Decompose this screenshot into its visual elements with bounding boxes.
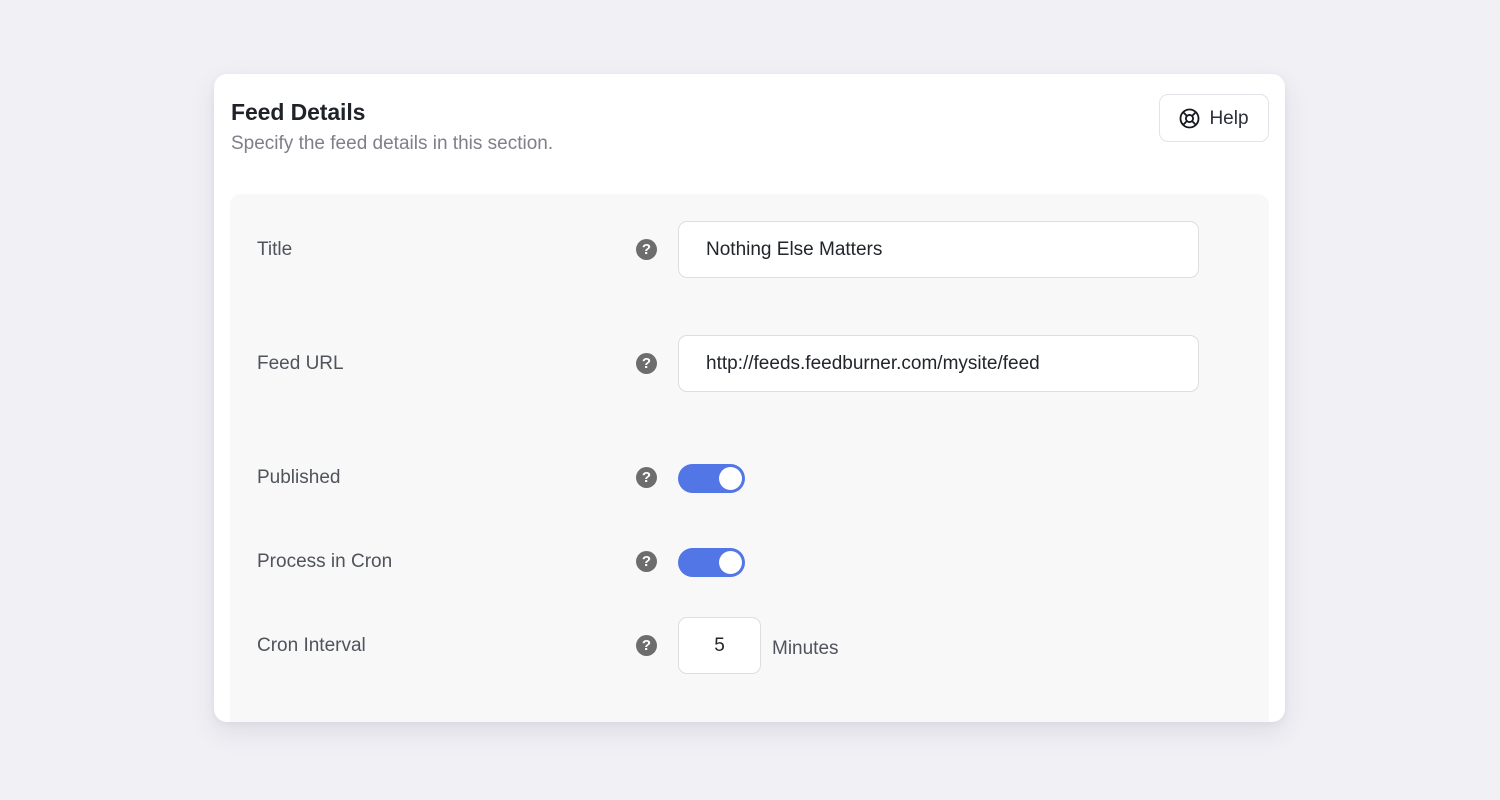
card-header: Feed Details Specify the feed details in… bbox=[214, 74, 1285, 194]
label-process-in-cron: Process in Cron bbox=[257, 551, 393, 572]
help-button[interactable]: Help bbox=[1159, 94, 1269, 142]
cron-interval-input[interactable] bbox=[678, 617, 761, 674]
help-icon-cron-interval[interactable]: ? bbox=[636, 635, 657, 656]
label-cron-interval: Cron Interval bbox=[257, 635, 366, 656]
feed-url-input[interactable] bbox=[678, 335, 1199, 392]
card-header-text: Feed Details Specify the feed details in… bbox=[231, 98, 553, 157]
help-icon-title[interactable]: ? bbox=[636, 239, 657, 260]
process-in-cron-toggle-knob bbox=[719, 551, 742, 574]
card-subtitle: Specify the feed details in this section… bbox=[231, 133, 554, 154]
title-input[interactable] bbox=[678, 221, 1199, 278]
feed-details-panel: Title ? Feed URL ? Published ? Process bbox=[230, 194, 1269, 722]
feed-details-card: Feed Details Specify the feed details in… bbox=[214, 74, 1285, 722]
help-icon-feed-url[interactable]: ? bbox=[636, 353, 657, 374]
label-published: Published bbox=[257, 467, 341, 488]
process-in-cron-toggle[interactable] bbox=[678, 548, 745, 577]
published-toggle-knob bbox=[719, 467, 742, 490]
help-button-label: Help bbox=[1209, 107, 1249, 129]
label-title: Title bbox=[257, 239, 293, 260]
help-icon-process-in-cron[interactable]: ? bbox=[636, 551, 657, 572]
help-icon-published[interactable]: ? bbox=[636, 467, 657, 488]
lifebuoy-icon bbox=[1180, 108, 1200, 128]
published-toggle[interactable] bbox=[678, 464, 745, 493]
page-root: Feed Details Specify the feed details in… bbox=[0, 0, 1500, 800]
label-feed-url: Feed URL bbox=[257, 353, 344, 374]
page-title: Feed Details bbox=[231, 99, 366, 125]
cron-interval-unit-label: Minutes bbox=[772, 638, 839, 659]
